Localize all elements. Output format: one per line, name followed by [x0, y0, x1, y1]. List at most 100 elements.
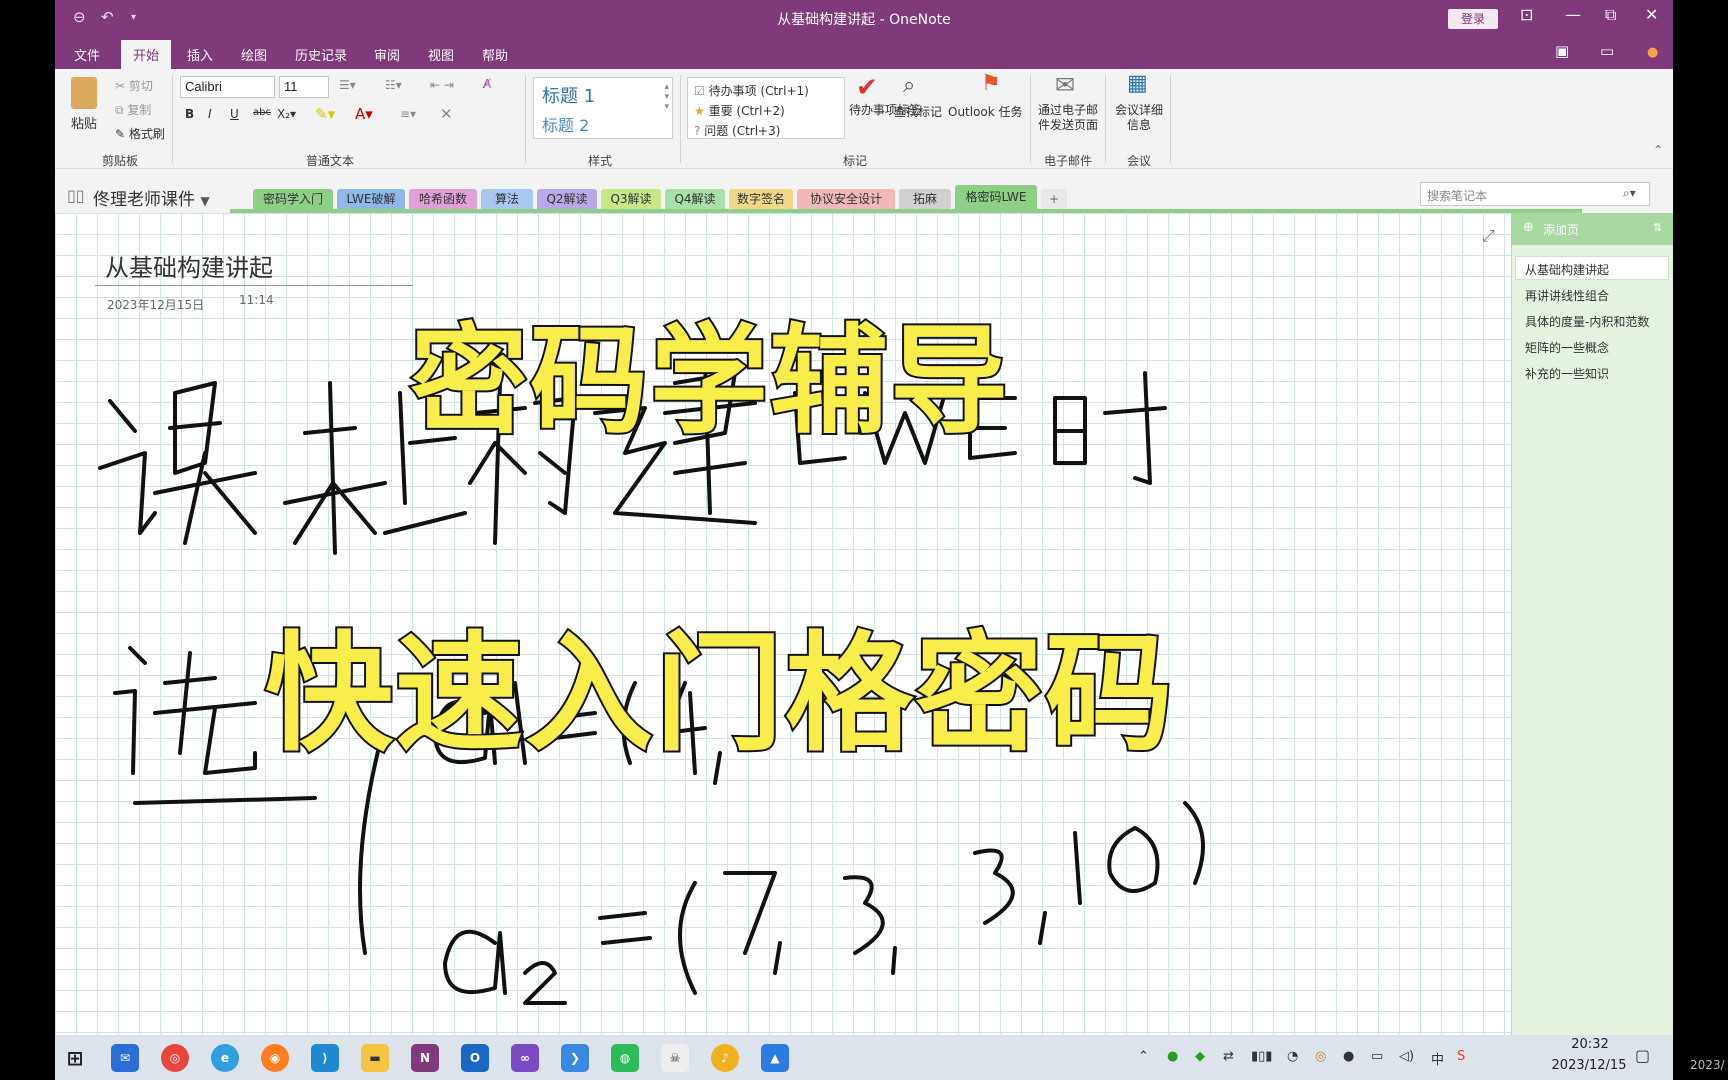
email-page-button[interactable]: 通过电子邮件发送页面 [1036, 103, 1100, 133]
bird-app-icon[interactable]: ❯ [561, 1044, 589, 1072]
clock-date[interactable]: 2023/12/15 [1544, 1058, 1634, 1073]
font-color-icon[interactable]: A▾ [355, 105, 373, 123]
section-tab[interactable]: 哈希函数 [409, 189, 477, 209]
notebook-name[interactable]: 佟理老师课件 ▼ [93, 185, 210, 210]
music-app-icon[interactable]: ♪ [711, 1044, 739, 1072]
tray-network-icon[interactable]: ◔ [1287, 1049, 1298, 1064]
section-tab[interactable]: Q3解读 [601, 189, 661, 209]
comment-icon[interactable]: ▭ [1600, 42, 1614, 60]
mail-app-icon[interactable]: ✉ [111, 1044, 139, 1072]
tag-todo[interactable]: ☑ 待办事项 (Ctrl+1) [694, 82, 809, 99]
outlook-tasks-button[interactable]: Outlook 任务 [948, 103, 1023, 120]
section-tab[interactable]: LWE破解 [337, 189, 405, 209]
minimize-button[interactable]: — [1565, 5, 1581, 24]
bold-button[interactable]: B [185, 107, 194, 121]
start-icon[interactable]: ⊞ [61, 1044, 89, 1072]
file-explorer-icon[interactable]: ▬ [361, 1044, 389, 1072]
add-page-button[interactable]: ⊕ 添加页 ⇅ [1511, 213, 1673, 245]
ribbon-display-icon[interactable]: ⊡ [1520, 5, 1533, 24]
tray-app-icon[interactable]: ◎ [1315, 1049, 1326, 1064]
tray-equalizer-icon[interactable]: ▮▯▮ [1251, 1049, 1272, 1064]
notification-icon[interactable]: ● [1647, 45, 1658, 60]
checkmark-icon[interactable]: ✔ [856, 73, 878, 103]
italic-button[interactable]: I [208, 107, 212, 121]
page-item[interactable]: 补充的一些知识 [1525, 365, 1609, 382]
section-tab[interactable]: Q2解读 [537, 189, 597, 209]
wechat-icon[interactable]: ◍ [611, 1044, 639, 1072]
delete-icon[interactable]: ✕ [440, 105, 453, 123]
find-tags-button[interactable]: 查找标记 [894, 103, 942, 120]
vscode-icon[interactable]: ⟩ [311, 1044, 339, 1072]
menu-draw[interactable]: 绘图 [241, 45, 267, 64]
input-method-icon[interactable]: 中 [1431, 1049, 1444, 1068]
firefox-icon[interactable]: ◉ [261, 1044, 289, 1072]
section-tab[interactable]: 密码学入门 [253, 189, 333, 209]
bullets-icon[interactable]: ☰▾ [339, 78, 356, 92]
paste-icon[interactable] [71, 77, 97, 109]
onenote-icon[interactable]: N [411, 1044, 439, 1072]
meeting-app-icon[interactable]: ▲ [761, 1044, 789, 1072]
find-tags-icon[interactable]: ⌕ [903, 73, 915, 98]
tray-app-icon[interactable]: ◆ [1195, 1049, 1205, 1064]
notebook-icon[interactable]: ▯▯ [67, 186, 85, 205]
numbering-icon[interactable]: ☷▾ [385, 78, 402, 92]
restore-button[interactable]: ⧉ [1605, 5, 1616, 25]
copy-button[interactable]: ⧉ 复制 [115, 101, 151, 118]
strikethrough-button[interactable]: abc [253, 107, 271, 118]
styles-scroll-icon[interactable]: ▴ ▾ ▾ [664, 82, 669, 112]
notification-center-icon[interactable]: ▢ [1635, 1046, 1650, 1065]
page-item[interactable]: 矩阵的一些概念 [1525, 339, 1609, 356]
menu-insert[interactable]: 插入 [187, 45, 213, 64]
font-size-field[interactable]: 11 [279, 76, 329, 98]
tag-important[interactable]: ★ 重要 (Ctrl+2) [694, 102, 785, 119]
volume-icon[interactable]: ◁) [1399, 1049, 1414, 1064]
font-name-field[interactable]: Calibri [180, 76, 275, 98]
underline-button[interactable]: U [230, 107, 239, 121]
format-painter-button[interactable]: ✎ 格式刷 [115, 125, 165, 142]
search-notebooks-input[interactable]: 搜索笔记本 [1420, 182, 1650, 206]
microphone-icon[interactable]: ● [1343, 1049, 1354, 1064]
section-tab[interactable]: 拓麻 [899, 189, 951, 209]
section-tab[interactable]: 协议安全设计 [797, 189, 895, 209]
clock-time[interactable]: 20:32 [1555, 1037, 1625, 1052]
outlook-icon[interactable]: O [461, 1044, 489, 1072]
meeting-icon[interactable]: ▦ [1127, 71, 1148, 96]
share-icon[interactable]: ▣ [1555, 42, 1569, 60]
menu-home[interactable]: 开始 [121, 40, 172, 69]
wolf-app-icon[interactable]: ☠ [661, 1044, 689, 1072]
page-item[interactable]: 从基础构建讲起 [1525, 261, 1609, 278]
highlight-icon[interactable]: ✎▾ [315, 105, 335, 123]
tags-gallery[interactable]: ☑ 待办事项 (Ctrl+1) ★ 重要 (Ctrl+2) ? 问题 (Ctrl… [687, 77, 845, 139]
email-icon[interactable]: ✉ [1055, 71, 1075, 99]
cut-button[interactable]: ✂ 剪切 [115, 77, 153, 94]
search-icon[interactable]: ⌕▾ [1623, 186, 1636, 201]
edge-icon[interactable]: e [211, 1044, 239, 1072]
paste-button[interactable]: 粘贴 [71, 113, 97, 132]
page-item[interactable]: 再讲讲线性组合 [1525, 287, 1609, 304]
menu-history[interactable]: 历史记录 [295, 45, 347, 64]
indent-icon[interactable]: ⇤ ⇥ [430, 78, 454, 92]
menu-help[interactable]: 帮助 [482, 45, 508, 64]
login-button[interactable]: 登录 [1448, 9, 1498, 29]
add-section-button[interactable]: + [1041, 189, 1067, 209]
subscript-button[interactable]: X₂▾ [277, 107, 296, 121]
style-heading-1[interactable]: 标题 1 [542, 82, 595, 108]
visual-studio-icon[interactable]: ∞ [511, 1044, 539, 1072]
meeting-details-button[interactable]: 会议详细信息 [1113, 103, 1165, 133]
align-icon[interactable]: ≡▾ [400, 107, 416, 121]
tray-transfer-icon[interactable]: ⇄ [1223, 1049, 1234, 1064]
menu-view[interactable]: 视图 [428, 45, 454, 64]
clear-format-icon[interactable]: A̸ [483, 77, 491, 91]
collapse-ribbon-icon[interactable]: ⌃ [1653, 143, 1663, 157]
section-tab[interactable]: 算法 [481, 189, 533, 209]
section-tab-active[interactable]: 格密码LWE [955, 185, 1037, 209]
show-hidden-icons[interactable]: ⌃ [1138, 1049, 1149, 1064]
page-item[interactable]: 具体的度量-内积和范数 [1525, 313, 1649, 330]
sort-icon[interactable]: ⇅ [1653, 221, 1662, 234]
flag-icon[interactable]: ⚑ [981, 71, 1001, 96]
menu-review[interactable]: 审阅 [374, 45, 400, 64]
section-tab[interactable]: 数字签名 [729, 189, 793, 209]
style-heading-2[interactable]: 标题 2 [542, 112, 589, 136]
chrome-icon[interactable]: ◎ [161, 1044, 189, 1072]
section-tab[interactable]: Q4解读 [665, 189, 725, 209]
